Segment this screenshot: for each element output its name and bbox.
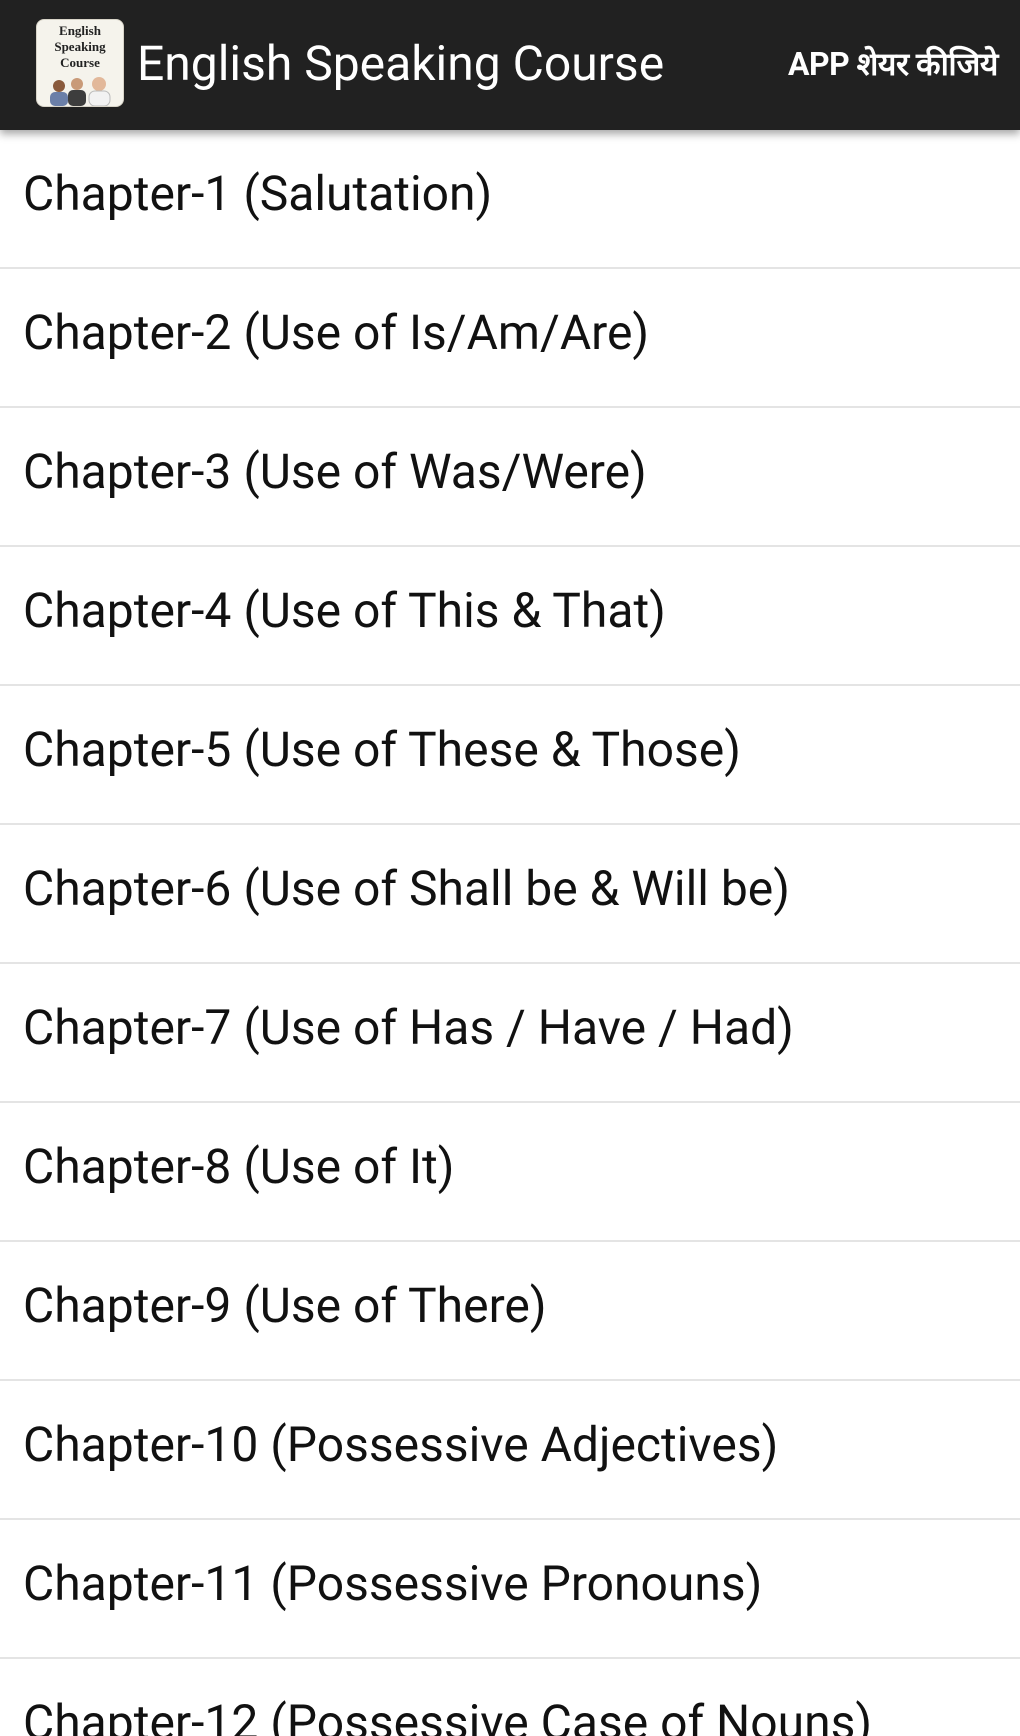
chapter-item-7[interactable]: Chapter-7 (Use of Has / Have / Had)	[0, 964, 1020, 1103]
chapter-label: Chapter-8 (Use of It)	[23, 1138, 455, 1195]
app-title: English Speaking Course	[137, 35, 665, 92]
chapter-label: Chapter-9 (Use of There)	[23, 1277, 547, 1334]
app-logo-icon[interactable]: English Speaking Course	[36, 19, 124, 107]
chapter-item-12[interactable]: Chapter-12 (Possessive Case of Nouns)	[0, 1659, 1020, 1736]
chapter-label: Chapter-4 (Use of This & That)	[23, 582, 666, 639]
chapter-item-8[interactable]: Chapter-8 (Use of It)	[0, 1103, 1020, 1242]
chapter-item-10[interactable]: Chapter-10 (Possessive Adjectives)	[0, 1381, 1020, 1520]
chapter-item-1[interactable]: Chapter-1 (Salutation)	[0, 130, 1020, 269]
chapter-item-4[interactable]: Chapter-4 (Use of This & That)	[0, 547, 1020, 686]
chapter-item-3[interactable]: Chapter-3 (Use of Was/Were)	[0, 408, 1020, 547]
chapter-label: Chapter-6 (Use of Shall be & Will be)	[23, 860, 790, 917]
chapter-label: Chapter-3 (Use of Was/Were)	[23, 443, 647, 500]
action-bar: English Speaking Course English Speaking…	[0, 0, 1020, 130]
share-app-button[interactable]: APP शेयर कीजिये	[788, 34, 999, 94]
app-screen: English Speaking Course English Speaking…	[0, 0, 1020, 1736]
app-logo-text: English Speaking Course	[54, 23, 106, 70]
chapter-item-11[interactable]: Chapter-11 (Possessive Pronouns)	[0, 1520, 1020, 1659]
chapter-label: Chapter-11 (Possessive Pronouns)	[23, 1555, 763, 1612]
chapter-label: Chapter-10 (Possessive Adjectives)	[23, 1416, 779, 1473]
chapter-label: Chapter-5 (Use of These & Those)	[23, 721, 741, 778]
chapter-item-2[interactable]: Chapter-2 (Use of Is/Am/Are)	[0, 269, 1020, 408]
chapter-list: Chapter-1 (Salutation) Chapter-2 (Use of…	[0, 130, 1020, 1736]
chapter-label: Chapter-7 (Use of Has / Have / Had)	[23, 999, 794, 1056]
chapter-item-5[interactable]: Chapter-5 (Use of These & Those)	[0, 686, 1020, 825]
chapter-label: Chapter-2 (Use of Is/Am/Are)	[23, 304, 650, 361]
chapter-label: Chapter-12 (Possessive Case of Nouns)	[23, 1694, 873, 1736]
people-icon	[50, 77, 111, 106]
chapter-item-6[interactable]: Chapter-6 (Use of Shall be & Will be)	[0, 825, 1020, 964]
chapter-label: Chapter-1 (Salutation)	[23, 165, 493, 222]
chapter-item-9[interactable]: Chapter-9 (Use of There)	[0, 1242, 1020, 1381]
